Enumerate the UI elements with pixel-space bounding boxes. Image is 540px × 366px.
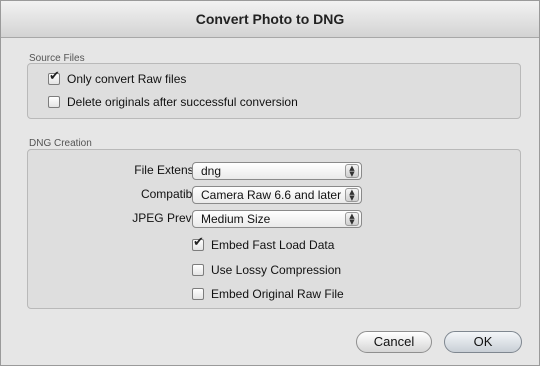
only-convert-raw-label: Only convert Raw files <box>67 72 187 86</box>
embed-fast-load-label: Embed Fast Load Data <box>211 238 335 252</box>
embed-original-raw-label: Embed Original Raw File <box>211 287 344 301</box>
jpeg-preview-popup[interactable]: Medium Size ▲ ▼ <box>192 210 362 228</box>
popup-arrows-icon: ▲ ▼ <box>345 212 359 226</box>
jpeg-preview-value: Medium Size <box>201 212 271 226</box>
popup-arrows-icon: ▲ ▼ <box>345 188 359 202</box>
only-convert-raw-checkbox[interactable] <box>48 69 60 85</box>
use-lossy-compression-label: Use Lossy Compression <box>211 263 342 277</box>
delete-originals-label: Delete originals after successful conver… <box>67 95 298 109</box>
compatibility-popup[interactable]: Camera Raw 6.6 and later ▲ ▼ <box>192 186 362 204</box>
cancel-button[interactable]: Cancel <box>356 331 432 353</box>
delete-originals-checkbox[interactable] <box>48 96 60 108</box>
embed-fast-load-checkbox[interactable] <box>192 235 204 251</box>
dng-creation-group: File Extension: dng ▲ ▼ Compatibility: Ca… <box>27 149 521 309</box>
use-lossy-compression-checkbox-row[interactable]: Use Lossy Compression <box>192 261 341 279</box>
embed-original-raw-checkbox-row[interactable]: Embed Original Raw File <box>192 285 344 303</box>
file-extension-popup[interactable]: dng ▲ ▼ <box>192 162 362 180</box>
convert-photo-to-dng-dialog: Convert Photo to DNG Source Files Only c… <box>0 0 540 366</box>
source-files-group: Only convert Raw files Delete originals … <box>27 63 521 119</box>
popup-arrows-icon: ▲ ▼ <box>345 164 359 178</box>
compatibility-value: Camera Raw 6.6 and later <box>201 188 342 202</box>
file-extension-value: dng <box>201 164 222 178</box>
delete-originals-checkbox-row[interactable]: Delete originals after successful conver… <box>48 93 298 111</box>
only-convert-raw-checkbox-row[interactable]: Only convert Raw files <box>48 69 187 88</box>
embed-original-raw-checkbox[interactable] <box>192 288 204 300</box>
dng-creation-label: DNG Creation <box>29 138 92 149</box>
use-lossy-compression-checkbox[interactable] <box>192 264 204 276</box>
embed-fast-load-checkbox-row[interactable]: Embed Fast Load Data <box>192 235 335 254</box>
ok-button[interactable]: OK <box>444 331 522 353</box>
dialog-title: Convert Photo to DNG <box>1 1 539 38</box>
